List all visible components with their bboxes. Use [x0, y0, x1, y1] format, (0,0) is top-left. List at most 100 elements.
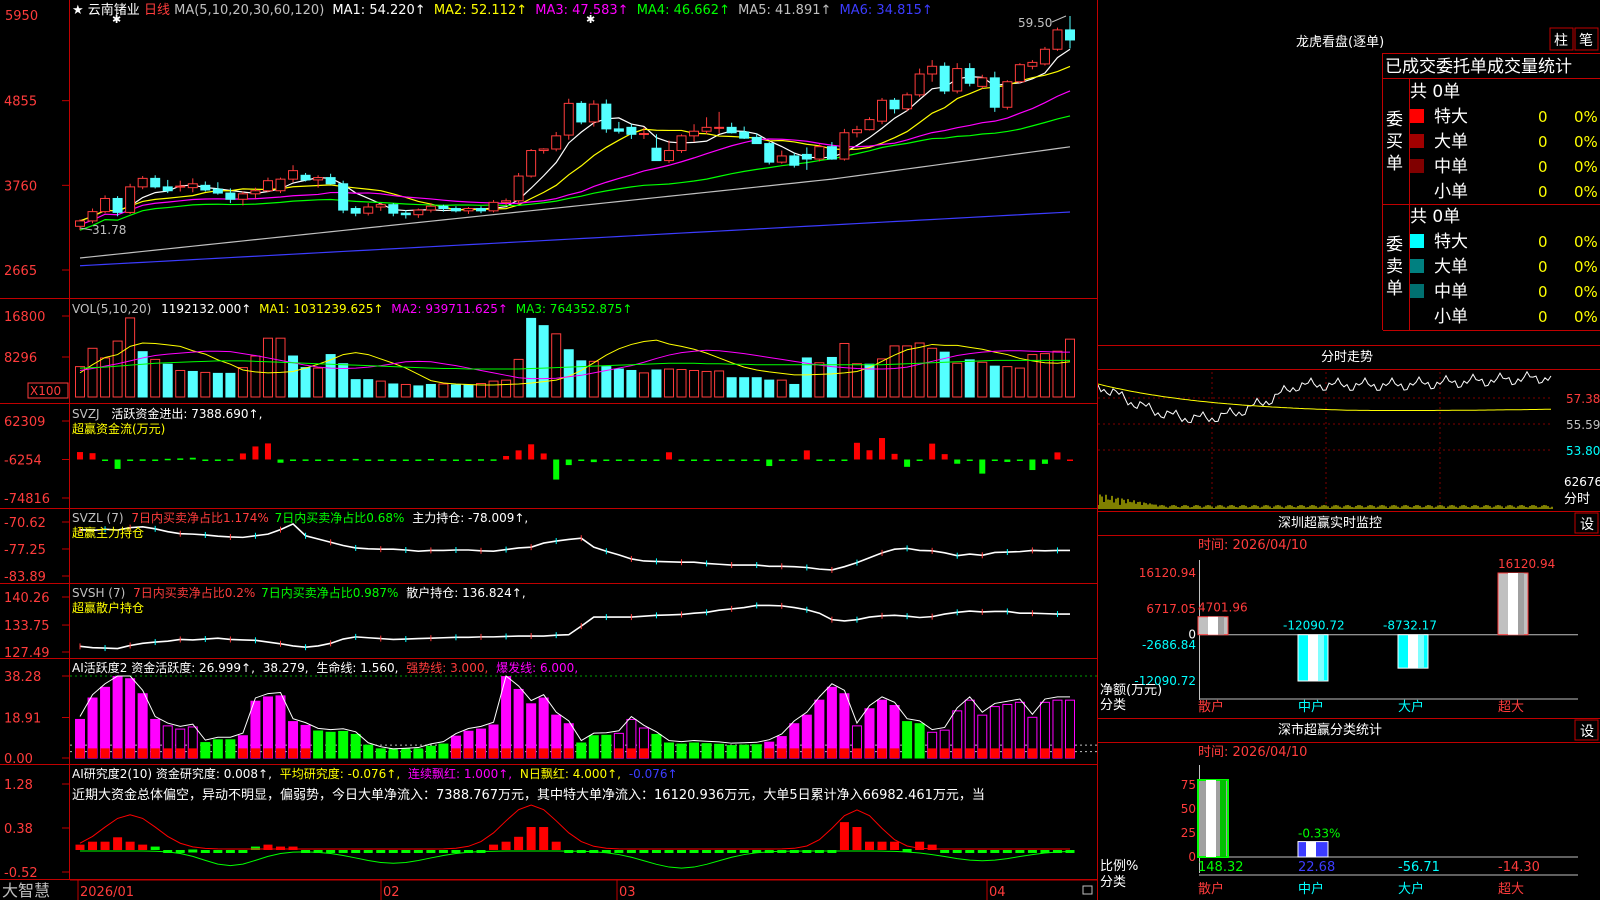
- candle[interactable]: [613, 121, 624, 134]
- flow-bar[interactable]: [904, 459, 911, 467]
- candle[interactable]: [262, 177, 273, 193]
- research-bar[interactable]: [75, 844, 85, 850]
- research-bar[interactable]: [839, 822, 849, 850]
- volume-bar[interactable]: [212, 372, 223, 398]
- candle[interactable]: [764, 142, 775, 165]
- research-bar[interactable]: [814, 850, 824, 853]
- research-bar[interactable]: [514, 836, 524, 850]
- candle[interactable]: [689, 124, 700, 143]
- research-bar[interactable]: [952, 850, 962, 853]
- volume-bar[interactable]: [902, 345, 913, 398]
- candle[interactable]: [526, 148, 537, 178]
- flow-bar[interactable]: [77, 452, 83, 460]
- flow-bar[interactable]: [1054, 452, 1061, 460]
- flow-bar[interactable]: [377, 459, 384, 462]
- candle[interactable]: [902, 92, 913, 112]
- flow-bar[interactable]: [214, 459, 221, 461]
- research-bar[interactable]: [714, 850, 724, 853]
- volume-bar[interactable]: [526, 317, 537, 398]
- volume-bar[interactable]: [463, 384, 474, 398]
- flow-bar[interactable]: [853, 442, 860, 460]
- ai-research-panel[interactable]: [75, 804, 1075, 869]
- research-bar[interactable]: [351, 850, 361, 853]
- volume-bar[interactable]: [538, 325, 549, 398]
- research-bar[interactable]: [188, 849, 198, 853]
- candle[interactable]: [726, 122, 737, 134]
- volume-bar[interactable]: [613, 368, 624, 398]
- volume-bar[interactable]: [488, 380, 499, 398]
- candle[interactable]: [626, 124, 637, 139]
- research-bar[interactable]: [326, 850, 336, 853]
- flow-bar[interactable]: [941, 454, 948, 460]
- research-bar[interactable]: [614, 850, 624, 853]
- flow-bar[interactable]: [991, 459, 998, 462]
- candle[interactable]: [350, 206, 361, 217]
- candle[interactable]: [87, 208, 98, 224]
- volume-bar[interactable]: [814, 362, 825, 398]
- monitor-bar[interactable]: [1297, 634, 1329, 682]
- research-bar[interactable]: [977, 850, 987, 853]
- volume-bar[interactable]: [350, 379, 361, 398]
- holding-line[interactable]: [79, 523, 1070, 571]
- flow-bar[interactable]: [753, 459, 760, 462]
- volume-bar[interactable]: [726, 377, 737, 398]
- candle[interactable]: [187, 178, 198, 193]
- volume-bar[interactable]: [701, 370, 712, 398]
- volume-bar[interactable]: [914, 342, 925, 398]
- volume-bar[interactable]: [87, 347, 98, 398]
- flow-bar[interactable]: [503, 455, 510, 460]
- research-bar[interactable]: [489, 844, 499, 850]
- flow-bar[interactable]: [440, 459, 447, 461]
- flow-bar[interactable]: [164, 458, 171, 461]
- candle[interactable]: [714, 111, 725, 134]
- volume-bar[interactable]: [162, 363, 173, 398]
- research-bar[interactable]: [852, 827, 862, 850]
- flow-bar[interactable]: [766, 459, 773, 467]
- candle[interactable]: [864, 117, 875, 131]
- flow-bar[interactable]: [427, 458, 434, 461]
- candle[interactable]: [789, 152, 800, 168]
- candle[interactable]: [914, 68, 925, 98]
- candle[interactable]: [125, 183, 136, 214]
- research-bar[interactable]: [965, 850, 975, 853]
- volume-bar[interactable]: [1002, 366, 1013, 398]
- flow-bar[interactable]: [478, 459, 485, 461]
- ai-activity-panel[interactable]: [70, 675, 1097, 759]
- candle[interactable]: [964, 63, 975, 87]
- flow-bar[interactable]: [916, 459, 923, 462]
- flow-bar[interactable]: [966, 459, 973, 462]
- flow-bar[interactable]: [979, 459, 986, 474]
- research-bar[interactable]: [639, 850, 649, 853]
- candle[interactable]: [237, 191, 248, 206]
- research-bar[interactable]: [401, 850, 411, 853]
- flow-bar[interactable]: [866, 450, 873, 460]
- candle[interactable]: [663, 140, 674, 163]
- volume-bar[interactable]: [839, 342, 850, 398]
- price-panel[interactable]: 59.5031.78✱ ✱: [75, 13, 1075, 267]
- flow-bar[interactable]: [1004, 459, 1011, 462]
- volume-bar[interactable]: [313, 367, 324, 398]
- flow-bar[interactable]: [841, 459, 848, 462]
- volume-bar[interactable]: [751, 377, 762, 398]
- volume-bar[interactable]: [789, 383, 800, 398]
- volume-bar[interactable]: [676, 369, 687, 398]
- right-panel[interactable]: 龙虎看盘(逐单) 柱 笔 已成交委托单成交量统计 委 买 单 委 卖 单 共 0…: [1098, 0, 1600, 900]
- flow-bar[interactable]: [365, 459, 372, 462]
- candle[interactable]: [100, 195, 111, 214]
- research-bar[interactable]: [225, 850, 235, 853]
- research-bar[interactable]: [213, 850, 223, 853]
- research-bar[interactable]: [113, 837, 123, 850]
- research-bar[interactable]: [664, 850, 674, 853]
- research-bar[interactable]: [864, 841, 874, 850]
- volume-bar[interactable]: [1065, 338, 1075, 398]
- candle[interactable]: [1014, 63, 1025, 84]
- candle[interactable]: [363, 203, 374, 216]
- flow-bar[interactable]: [127, 459, 134, 461]
- candle[interactable]: [563, 98, 574, 140]
- research-bar[interactable]: [539, 827, 549, 850]
- volume-bar[interactable]: [964, 359, 975, 398]
- volume-bar[interactable]: [501, 379, 512, 398]
- candle[interactable]: [739, 126, 750, 139]
- flow-bar[interactable]: [239, 453, 246, 460]
- volume-bar[interactable]: [1014, 367, 1025, 398]
